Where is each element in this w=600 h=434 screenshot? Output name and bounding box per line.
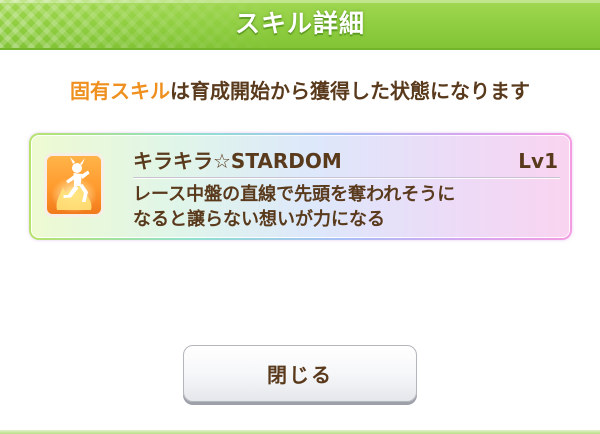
unique-skill-icon-graphic <box>44 153 104 217</box>
header-edge <box>0 48 600 50</box>
dialog-bottom-edge <box>0 430 600 434</box>
unique-skill-notice: 固有スキルは育成開始から獲得した状態になります <box>0 78 600 104</box>
notice-text: は育成開始から獲得した状態になります <box>170 79 530 103</box>
skill-description-line: なると譲らない想いが力になる <box>133 209 385 230</box>
close-button-label: 閉じる <box>267 363 333 387</box>
notice-highlight: 固有スキル <box>70 79 170 103</box>
dialog-header: スキル詳細 <box>0 0 600 50</box>
skill-level: Lv1 <box>518 149 558 173</box>
skill-description-line: レース中盤の直線で先頭を奪われそうに <box>133 184 456 205</box>
skill-description: レース中盤の直線で先頭を奪われそうに なると譲らない想いが力になる <box>133 182 563 232</box>
dialog-title: スキル詳細 <box>234 9 365 38</box>
skill-card: キラキラ☆STARDOM Lv1 レース中盤の直線で先頭を奪われそうに なると譲… <box>29 133 572 240</box>
skill-divider <box>133 177 560 179</box>
unique-skill-icon <box>44 153 104 217</box>
skill-name: キラキラ☆STARDOM <box>133 149 342 173</box>
skill-detail-dialog: スキル詳細 固有スキルは育成開始から獲得した状態になります キラキラ☆STARD… <box>0 0 600 434</box>
close-button[interactable]: 閉じる <box>183 345 417 402</box>
